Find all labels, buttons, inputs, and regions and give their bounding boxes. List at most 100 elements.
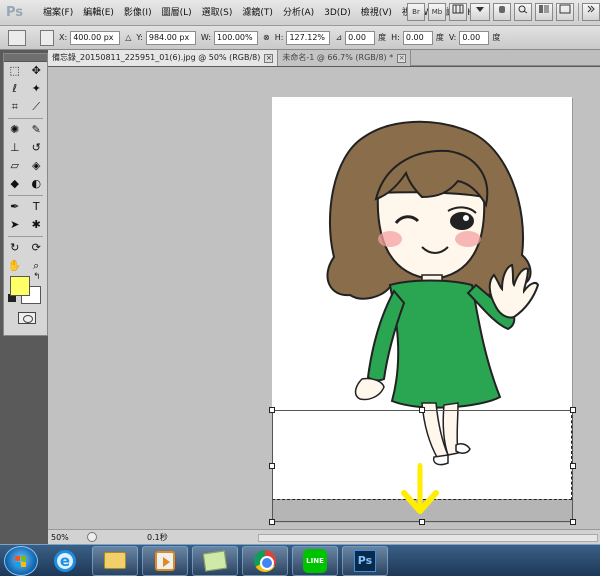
status-info-icon[interactable] — [87, 532, 97, 542]
transform-handle-top-right[interactable] — [570, 407, 576, 413]
foreground-color-swatch[interactable] — [10, 276, 30, 296]
folder-icon — [104, 552, 126, 569]
rotate-field[interactable]: 0.00 — [345, 30, 376, 45]
eyedropper-tool-icon[interactable]: ⟋ — [29, 100, 43, 114]
taskbar-photoshop[interactable]: Ps — [342, 545, 388, 576]
taskbar-media-player[interactable] — [142, 545, 188, 576]
zoom-level-button[interactable] — [470, 3, 490, 21]
close-icon[interactable]: × — [264, 53, 274, 63]
tab-document-2[interactable]: 未命名-1 @ 66.7% (RGB/8) * × — [278, 50, 412, 66]
toolbox-divider — [8, 195, 43, 196]
toolbox-divider — [8, 236, 43, 237]
taskbar-chrome[interactable] — [242, 545, 288, 576]
photoshop-logo: Ps — [6, 4, 24, 20]
screen-mode-icon — [559, 4, 571, 14]
toolbox-divider — [8, 118, 43, 119]
rotate-view-button[interactable] — [514, 3, 532, 21]
h-label: H: — [274, 33, 284, 42]
dodge-tool-icon[interactable]: ◐ — [29, 177, 43, 191]
vskew-unit: 度 — [492, 33, 501, 42]
x-field[interactable]: 400.00 px — [70, 30, 121, 45]
sticky-notes-icon — [202, 550, 228, 571]
width-field[interactable]: 100.00% — [214, 30, 259, 45]
3d-orbit-icon[interactable]: ⟳ — [29, 241, 43, 255]
move-tool-icon[interactable]: ✥ — [29, 64, 43, 78]
taskbar-line[interactable]: LINE — [292, 545, 338, 576]
rotate-icon: ⊿ — [335, 33, 343, 42]
taskbar-file-explorer[interactable] — [92, 545, 138, 576]
menu-file[interactable]: 檔案(F) — [38, 0, 78, 26]
y-field[interactable]: 984.00 px — [145, 30, 196, 45]
vskew-field[interactable]: 0.00 — [459, 30, 490, 45]
menu-select[interactable]: 選取(S) — [197, 0, 238, 26]
hand-tool-button[interactable] — [493, 3, 511, 21]
screen-mode-button[interactable] — [556, 3, 574, 21]
eraser-tool-icon[interactable]: ▱ — [8, 159, 22, 173]
shape-tool-icon[interactable]: ✱ — [29, 218, 43, 232]
swap-colors-icon[interactable]: ↰ — [33, 272, 41, 282]
workspace-button[interactable] — [582, 3, 600, 21]
quick-mask-icon[interactable] — [18, 312, 36, 324]
hskew-label: H: — [391, 33, 400, 42]
status-timing: 0.1秒 — [147, 532, 168, 542]
close-icon[interactable]: × — [397, 53, 407, 63]
brush-tool-icon[interactable]: ✎ — [29, 123, 43, 137]
zoom-tool-icon[interactable]: ⌕ — [29, 259, 43, 273]
hand-tool-icon[interactable]: ✋ — [8, 259, 22, 273]
3d-rotate-icon[interactable]: ↻ — [8, 241, 22, 255]
path-select-icon[interactable]: ➤ — [8, 218, 22, 232]
zoom-field[interactable]: 50% — [51, 533, 81, 542]
grid-icon — [452, 4, 464, 14]
menu-edit[interactable]: 編輯(E) — [78, 0, 119, 26]
transform-handle-left[interactable] — [269, 463, 275, 469]
hskew-field[interactable]: 0.00 — [402, 30, 433, 45]
transform-handle-top-left[interactable] — [269, 407, 275, 413]
minibridge-button[interactable]: Mb — [428, 3, 446, 21]
height-field[interactable]: 127.12% — [286, 30, 331, 45]
view-extras-button[interactable] — [449, 3, 467, 21]
canvas-area[interactable] — [48, 67, 600, 529]
menu-filter[interactable]: 濾鏡(T) — [237, 0, 278, 26]
menu-image[interactable]: 影像(I) — [119, 0, 157, 26]
transform-handle-right[interactable] — [570, 463, 576, 469]
reference-point-icon[interactable] — [40, 29, 54, 46]
menu-analysis[interactable]: 分析(A) — [278, 0, 319, 26]
double-chevron-icon — [587, 5, 595, 13]
toolbox-panel: ⬚ ✥ ℓ ✦ ⌗ ⟋ ✺ ✎ ⊥ ↺ ▱ ◈ ◆ ◐ ✒ T ➤ ✱ ↻ ⟳ ✋ ⌕ ↰ — [3, 53, 48, 336]
windows-taskbar: e LINE Ps — [0, 544, 600, 576]
transform-handle-bottom-left[interactable] — [269, 519, 275, 525]
taskbar-sticky-notes[interactable] — [192, 545, 238, 576]
menu-bar: Ps 檔案(F) 編輯(E) 影像(I) 圖層(L) 選取(S) 濾鏡(T) 分… — [0, 0, 600, 26]
lasso-tool-icon[interactable]: ℓ — [8, 82, 22, 96]
menu-layer[interactable]: 圖層(L) — [157, 0, 197, 26]
type-tool-icon[interactable]: T — [29, 200, 43, 214]
pen-tool-icon[interactable]: ✒ — [8, 200, 22, 214]
clone-stamp-icon[interactable]: ⊥ — [8, 141, 22, 155]
transform-handle-top[interactable] — [419, 407, 425, 413]
transform-handle-bottom-right[interactable] — [570, 519, 576, 525]
toolbox-header[interactable] — [4, 54, 47, 62]
blur-tool-icon[interactable]: ◆ — [8, 177, 22, 191]
menu-3d[interactable]: 3D(D) — [319, 0, 356, 26]
chevron-down-icon — [476, 7, 484, 12]
transform-handle-bottom[interactable] — [419, 519, 425, 525]
quick-select-tool-icon[interactable]: ✦ — [29, 82, 43, 96]
taskbar-internet-explorer[interactable]: e — [42, 546, 88, 576]
horizontal-scrollbar[interactable] — [258, 534, 598, 542]
tab-label: 未命名-1 @ 66.7% (RGB/8) * — [282, 53, 394, 62]
media-player-icon — [155, 550, 175, 571]
down-arrow-icon — [401, 463, 439, 514]
start-button[interactable] — [4, 545, 38, 576]
link-icon[interactable]: ⊗ — [263, 33, 270, 42]
tab-document-1[interactable]: 備忘錄_20150811_225951_01(6).jpg @ 50% (RGB… — [48, 50, 279, 66]
paint-bucket-icon[interactable]: ◈ — [29, 159, 43, 173]
transform-tool-preset-icon[interactable] — [8, 29, 26, 46]
arrange-documents-button[interactable] — [535, 3, 553, 21]
menu-view[interactable]: 檢視(V) — [356, 0, 397, 26]
history-brush-icon[interactable]: ↺ — [29, 141, 43, 155]
marquee-tool-icon[interactable]: ⬚ — [8, 64, 22, 78]
healing-brush-icon[interactable]: ✺ — [8, 123, 22, 137]
crop-tool-icon[interactable]: ⌗ — [8, 100, 22, 114]
w-label: W: — [200, 33, 212, 42]
bridge-button[interactable]: Br — [407, 3, 425, 21]
